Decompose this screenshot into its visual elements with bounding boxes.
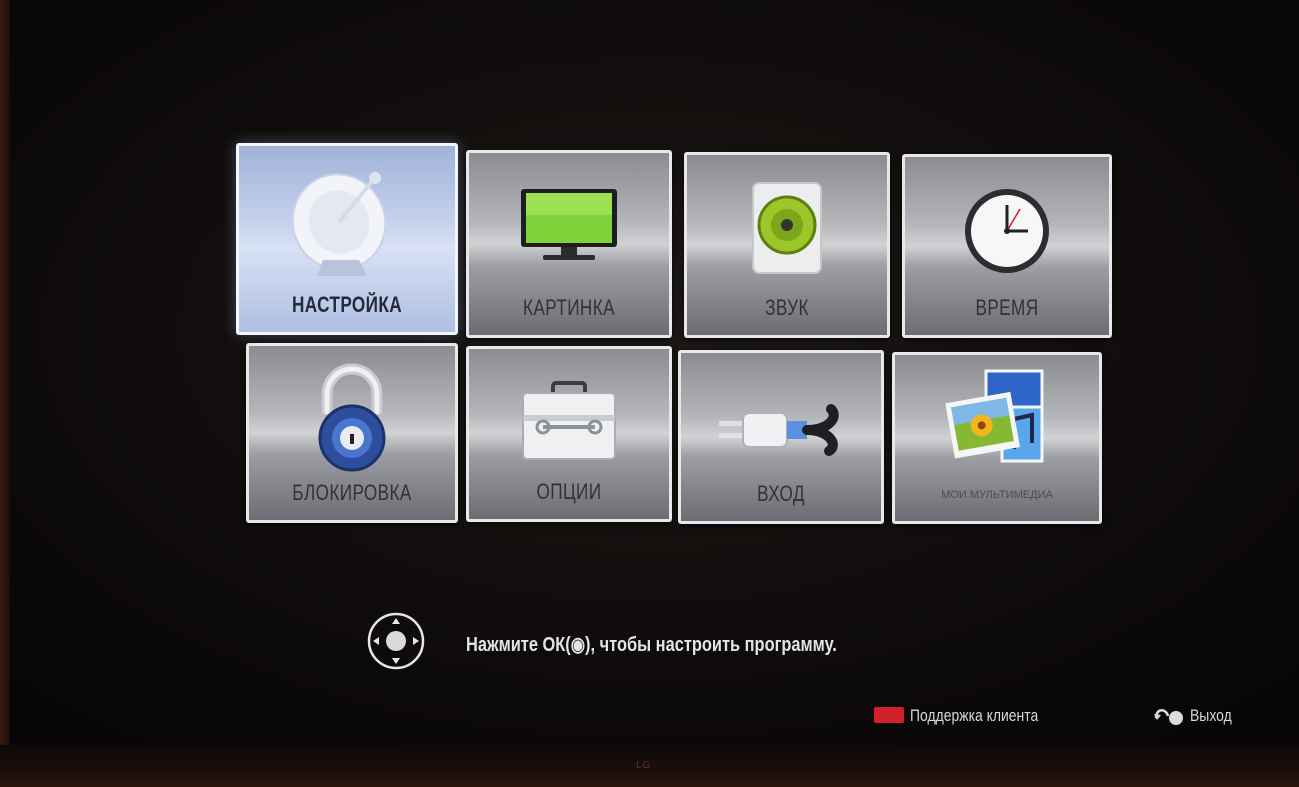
tile-label: ВРЕМЯ [975,295,1039,320]
tile-setup[interactable]: НАСТРОЙКА [236,143,458,335]
padlock-icon [318,363,386,472]
tv-screen-icon [521,189,617,260]
customer-support-button[interactable]: Поддержка клиента [910,706,1038,726]
tile-sound[interactable]: ЗВУК [684,152,890,338]
red-key-icon [874,707,904,723]
brand-logo: LG [636,760,652,771]
tile-label: ЗВУК [765,295,809,320]
hint-bar: Нажмите ОК(◉), чтобы настроить программу… [358,610,1038,670]
exit-button[interactable]: Выход [1190,706,1232,726]
tile-label: БЛОКИРОВКА [292,480,412,505]
tile-label: ОПЦИИ [536,479,602,504]
tile-lock[interactable]: БЛОКИРОВКА [246,343,458,523]
toolbox-icon [522,381,616,460]
back-return-icon [1154,709,1183,725]
tile-label: ВХОД [757,481,805,506]
tile-label: НАСТРОЙКА [291,292,403,317]
tile-time[interactable]: ВРЕМЯ [902,154,1112,338]
tile-my-media[interactable]: МОИ МУЛЬТИМЕДИА [892,352,1102,524]
tile-label: КАРТИНКА [523,295,615,320]
tile-picture[interactable]: КАРТИНКА [466,150,672,338]
tv-bezel-left [0,0,10,787]
tv-screen: НАСТРОЙКА КАРТИНКА ЗВУК ВРЕМЯ БЛОКИРОВКА… [0,0,1299,787]
tile-options[interactable]: ОПЦИИ [466,346,672,522]
input-plug-icon [719,404,839,456]
clock-icon [965,189,1049,273]
tile-input[interactable]: ВХОД [678,350,884,524]
dpad-icon [367,612,425,670]
speaker-icon [752,182,822,274]
media-photos-icon [945,369,1044,463]
hint-text: Нажмите ОК(◉), чтобы настроить программу… [466,634,837,656]
satellite-dish-icon [291,172,387,276]
tile-label: МОИ МУЛЬТИМЕДИА [941,489,1053,501]
